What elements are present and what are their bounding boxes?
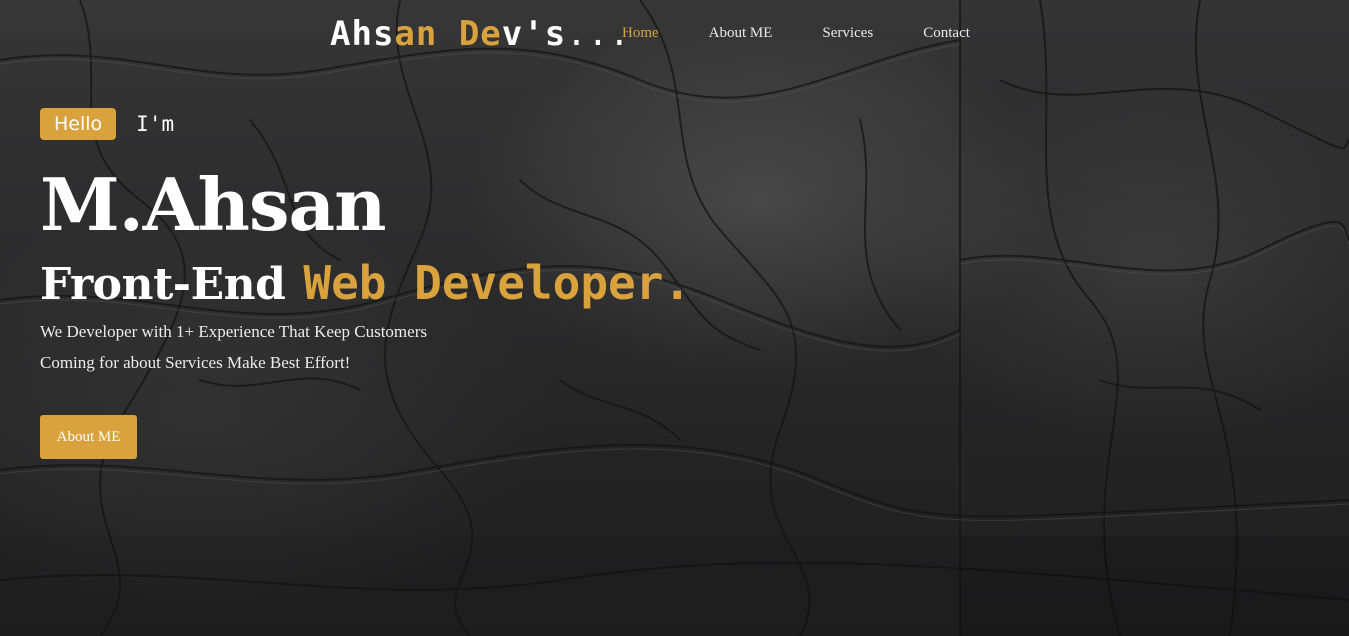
nav-link-services[interactable]: Services bbox=[822, 25, 873, 42]
description-line-1: We Developer with 1+ Experience That Kee… bbox=[40, 322, 427, 341]
role-prefix: Front-End bbox=[40, 259, 286, 310]
main-nav: Home About ME Services Contact bbox=[622, 25, 1020, 42]
logo-part-2: an De bbox=[394, 14, 502, 54]
logo-part-3: v's bbox=[501, 14, 567, 54]
nav-link-contact[interactable]: Contact bbox=[923, 25, 970, 42]
hello-badge: Hello bbox=[40, 108, 117, 140]
site-logo[interactable]: Ahsan Dev's... bbox=[330, 14, 631, 54]
nav-link-home[interactable]: Home bbox=[622, 25, 659, 42]
bottom-overlay bbox=[0, 536, 1349, 636]
description-line-2: Coming for about Services Make Best Effo… bbox=[40, 353, 351, 372]
role-highlight: Web Developer. bbox=[303, 256, 692, 310]
hero-description: We Developer with 1+ Experience That Kee… bbox=[40, 316, 500, 378]
greeting-row: Hello I'm bbox=[40, 108, 174, 140]
hero-name: M.Ahsan bbox=[40, 162, 387, 247]
hero-role: Front-End Web Developer. bbox=[40, 256, 691, 310]
logo-part-1: Ahs bbox=[330, 14, 395, 54]
about-me-button[interactable]: About ME bbox=[40, 415, 137, 459]
site-header: Ahsan Dev's... Home About ME Services Co… bbox=[0, 0, 1349, 70]
nav-link-about[interactable]: About ME bbox=[709, 25, 773, 42]
intro-text: I'm bbox=[136, 112, 175, 136]
logo-dots: ... bbox=[566, 14, 631, 54]
